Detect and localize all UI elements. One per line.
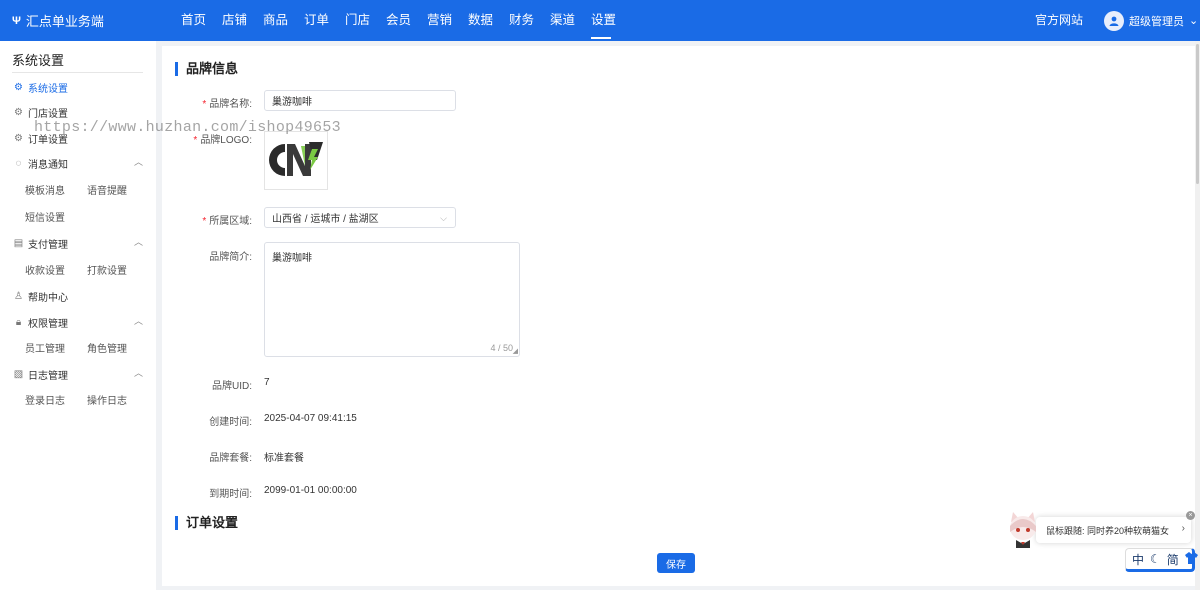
nav-item-orders[interactable]: 订单 — [296, 0, 337, 41]
sidebar-divider — [12, 72, 143, 73]
user-icon: ♙ — [14, 290, 23, 302]
sidebar-item-label: 消息通知 — [28, 159, 68, 171]
sidebar-subitem-roles[interactable]: 角色管理 — [87, 340, 127, 355]
nav-item-finance[interactable]: 财务 — [501, 0, 542, 41]
section-title-brand-info: 品牌信息 — [175, 62, 238, 76]
nav-item-products[interactable]: 商品 — [255, 0, 296, 41]
shirt-icon[interactable] — [1184, 551, 1198, 567]
resize-handle-icon[interactable]: ◢ — [513, 347, 518, 355]
sidebar-item-logs[interactable]: ▧ 日志管理 ︿ — [13, 366, 145, 382]
sidebar-item-label: 权限管理 — [28, 318, 68, 330]
region-label: * 所属区域: — [202, 216, 252, 227]
app-title: 汇点单业务端 — [25, 14, 104, 29]
nav-item-shop[interactable]: 店铺 — [214, 0, 255, 41]
sidebar-subitem-payout-settings[interactable]: 打款设置 — [87, 262, 127, 277]
sidebar-item-notifications[interactable]: ◌ 消息通知 ︿ — [13, 155, 145, 171]
scrollbar-thumb[interactable] — [1196, 44, 1199, 184]
nav-item-marketing[interactable]: 营销 — [419, 0, 460, 41]
app-logo-icon: Ψ — [12, 14, 21, 27]
required-asterisk: * — [202, 216, 207, 227]
sidebar-item-store-settings[interactable]: ⚙ 门店设置 — [13, 104, 145, 120]
pet-avatar-image[interactable] — [1004, 510, 1042, 548]
nav-item-stores[interactable]: 门店 — [337, 0, 378, 41]
sidebar-item-payment[interactable]: ▤ 支付管理 ︿ — [13, 235, 145, 251]
chevron-up-icon: ︿ — [133, 157, 143, 167]
official-site-link[interactable]: 官方网站 — [1035, 0, 1083, 41]
sidebar-subitem-operation-logs[interactable]: 操作日志 — [87, 392, 127, 407]
user-avatar-icon — [1109, 16, 1119, 26]
nav-item-members[interactable]: 会员 — [378, 0, 419, 41]
sidebar-item-label: 门店设置 — [28, 108, 68, 120]
sidebar-subitem-voice-alerts[interactable]: 语音提醒 — [87, 182, 127, 197]
sidebar-subitem-collection-settings[interactable]: 收款设置 — [25, 262, 65, 277]
sidebar-item-label: 日志管理 — [28, 370, 68, 382]
simplified-toggle[interactable]: 简 — [1167, 551, 1179, 568]
avatar — [1104, 10, 1124, 31]
sidebar-subitem-staff[interactable]: 员工管理 — [25, 340, 65, 355]
chevron-up-icon: ︿ — [133, 316, 143, 326]
close-icon[interactable]: × — [1186, 511, 1195, 520]
sidebar-item-permissions[interactable]: 🔒︎ 权限管理 ︿ — [13, 314, 145, 330]
sidebar-subitem-login-logs[interactable]: 登录日志 — [25, 392, 65, 407]
chevron-down-icon: ⌄ — [1189, 15, 1199, 27]
expire-time-value: 2099-01-01 00:00:00 — [264, 485, 357, 496]
uid-label: 品牌UID: — [212, 381, 252, 392]
brand-name-input[interactable]: 巢游咖啡 — [264, 90, 456, 111]
moon-icon[interactable]: ☾ — [1150, 552, 1161, 566]
region-select[interactable]: 山西省 / 运城市 / 盐湖区 ⌵ — [264, 207, 456, 228]
pet-widget-text: 鼠标跟随: 同时养20种软萌猫女 — [1046, 525, 1170, 536]
language-switcher[interactable]: 中 ☾ 简 — [1125, 548, 1198, 572]
lang-chinese-toggle[interactable]: 中 — [1132, 551, 1144, 568]
app-brand[interactable]: Ψ 汇点单业务端 — [12, 0, 104, 41]
intro-label: 品牌简介: — [209, 252, 252, 263]
uid-value: 7 — [264, 377, 270, 388]
top-navbar: Ψ 汇点单业务端 首页 店铺 商品 订单 门店 会员 营销 数据 财务 渠道 设… — [0, 0, 1200, 41]
plan-value: 标准套餐 — [264, 453, 304, 464]
document-icon: ▧ — [13, 368, 24, 380]
lock-icon: 🔒︎ — [15, 316, 22, 328]
plan-label: 品牌套餐: — [209, 453, 252, 464]
user-menu[interactable]: 超级管理员 ⌄ — [1104, 0, 1198, 41]
pet-widget-bubble[interactable]: 鼠标跟随: 同时养20种软萌猫女 › — [1036, 517, 1191, 543]
watermark-text: https://www.huzhan.com/ishop49653 — [34, 119, 341, 136]
brand-logo-upload[interactable] — [264, 131, 328, 190]
gear-icon: ⚙ — [14, 106, 23, 118]
chevron-up-icon: ︿ — [133, 237, 143, 247]
nav-item-home[interactable]: 首页 — [173, 0, 214, 41]
intro-textarea[interactable]: 巢游咖啡 4 / 50 ◢ — [264, 242, 520, 357]
chevron-right-icon: › — [1181, 523, 1185, 534]
save-button[interactable]: 保存 — [657, 553, 695, 573]
sidebar-title: 系统设置 — [12, 53, 65, 68]
expire-time-label: 到期时间: — [209, 489, 252, 500]
nav-item-settings[interactable]: 设置 — [583, 0, 624, 41]
wallet-icon: ▤ — [13, 237, 24, 249]
sidebar-item-label: 系统设置 — [28, 83, 68, 95]
sidebar-subitem-sms-settings[interactable]: 短信设置 — [25, 209, 65, 224]
chevron-up-icon: ︿ — [133, 368, 143, 378]
gear-icon: ⚙ — [14, 81, 23, 93]
sidebar-item-help-center[interactable]: ♙ 帮助中心 — [13, 288, 145, 304]
nav-item-channels[interactable]: 渠道 — [542, 0, 583, 41]
brand-logo-image — [269, 142, 323, 176]
intro-char-counter: 4 / 50 — [490, 343, 513, 353]
gear-icon: ⚙ — [14, 132, 23, 144]
main-nav: 首页 店铺 商品 订单 门店 会员 营销 数据 财务 渠道 设置 — [173, 0, 624, 41]
sidebar-item-label: 支付管理 — [28, 239, 68, 251]
sidebar-item-label: 帮助中心 — [28, 292, 68, 304]
required-asterisk: * — [202, 99, 207, 110]
sidebar-subitem-template-messages[interactable]: 模板消息 — [25, 182, 65, 197]
chevron-down-icon: ⌵ — [440, 213, 447, 223]
nav-item-data[interactable]: 数据 — [460, 0, 501, 41]
brand-name-label: * 品牌名称: — [202, 99, 252, 110]
required-asterisk: * — [193, 135, 198, 146]
section-title-order-settings: 订单设置 — [175, 516, 238, 530]
user-name: 超级管理员 — [1129, 15, 1184, 28]
created-time-label: 创建时间: — [209, 417, 252, 428]
sidebar-item-system-settings[interactable]: ⚙ 系统设置 — [13, 79, 145, 95]
created-time-value: 2025-04-07 09:41:15 — [264, 413, 357, 424]
chat-icon: ◌ — [15, 157, 22, 169]
